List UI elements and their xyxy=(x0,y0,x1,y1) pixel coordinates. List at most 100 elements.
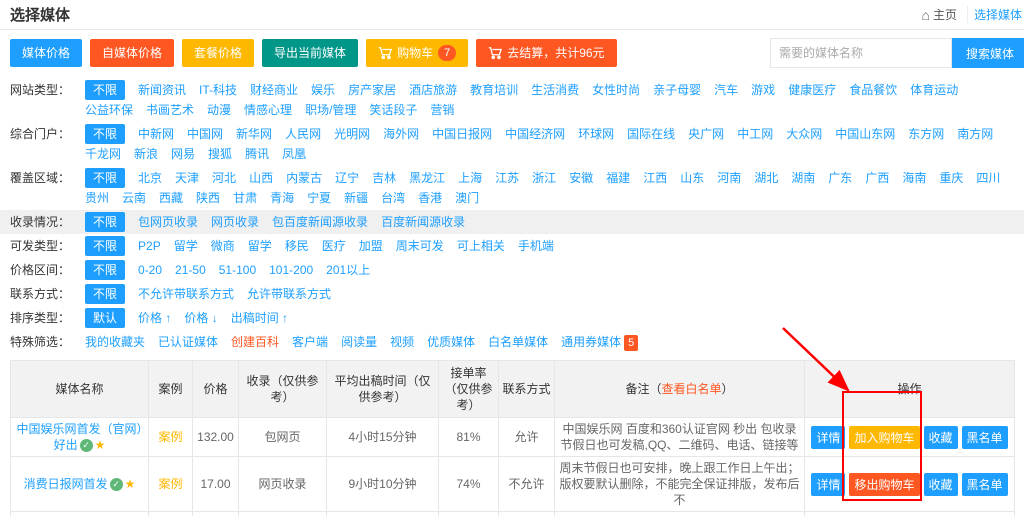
filter-option[interactable]: 可上相关 xyxy=(457,236,505,256)
filter-option[interactable]: 价格 ↑ xyxy=(138,308,171,328)
filter-option[interactable]: 河北 xyxy=(212,168,236,188)
filter-option[interactable]: 海南 xyxy=(902,168,926,188)
filter-option[interactable]: 汽车 xyxy=(714,80,738,100)
filter-option[interactable]: 四川 xyxy=(976,168,1000,188)
filter-option[interactable]: 包百度新闻源收录 xyxy=(272,212,368,232)
home-link[interactable]: ⌂ 主页 xyxy=(922,6,957,23)
remove-from-cart-button[interactable]: 移出购物车 xyxy=(849,473,919,496)
filter-option[interactable]: 云南 xyxy=(122,188,146,208)
filter-option[interactable]: 价格 ↓ xyxy=(184,308,217,328)
filter-option[interactable]: 营销 xyxy=(430,100,454,120)
filter-option[interactable]: 大众网 xyxy=(786,124,822,144)
search-button[interactable]: 搜索媒体 xyxy=(952,38,1024,68)
filter-option[interactable]: 包网页收录 xyxy=(138,212,198,232)
filter-option[interactable]: 动漫 xyxy=(207,100,231,120)
filter-option[interactable]: 西藏 xyxy=(159,188,183,208)
filter-option[interactable]: 河南 xyxy=(717,168,741,188)
filter-option[interactable]: 优质媒体 xyxy=(427,332,475,352)
filter-option[interactable]: 甘肃 xyxy=(233,188,257,208)
filter-option[interactable]: 千龙网 xyxy=(85,144,121,164)
filter-option[interactable]: 不限 xyxy=(85,80,125,100)
filter-option[interactable]: 浙江 xyxy=(532,168,556,188)
toolbar-button[interactable]: 套餐价格 xyxy=(182,39,254,67)
filter-option[interactable]: 青海 xyxy=(270,188,294,208)
filter-option[interactable]: 辽宁 xyxy=(335,168,359,188)
filter-option[interactable]: 上海 xyxy=(458,168,482,188)
add-to-cart-button[interactable]: 加入购物车 xyxy=(849,426,919,449)
toolbar-button[interactable]: 自媒体价格 xyxy=(90,39,174,67)
filter-option[interactable]: 不限 xyxy=(85,260,125,280)
filter-option[interactable]: 陕西 xyxy=(196,188,220,208)
toolbar-button[interactable]: 导出当前媒体 xyxy=(262,39,358,67)
filter-option[interactable]: 百度新闻源收录 xyxy=(381,212,465,232)
filter-option[interactable]: 中国日报网 xyxy=(432,124,492,144)
filter-option[interactable]: 天津 xyxy=(175,168,199,188)
filter-option[interactable]: 重庆 xyxy=(939,168,963,188)
filter-option[interactable]: 新疆 xyxy=(344,188,368,208)
filter-option[interactable]: 安徽 xyxy=(569,168,593,188)
filter-option[interactable]: 娱乐 xyxy=(311,80,335,100)
filter-option[interactable]: 移民 xyxy=(285,236,309,256)
filter-option[interactable]: 搜狐 xyxy=(208,144,232,164)
filter-option[interactable]: 不允许带联系方式 xyxy=(138,284,234,304)
filter-option[interactable]: 101-200 xyxy=(269,260,313,280)
media-name-link[interactable]: 消费日报网首发 xyxy=(24,477,108,491)
filter-option[interactable]: 南方网 xyxy=(957,124,993,144)
filter-option[interactable]: 公益环保 xyxy=(85,100,133,120)
filter-option[interactable]: 不限 xyxy=(85,236,125,256)
filter-option[interactable]: 酒店旅游 xyxy=(409,80,457,100)
filter-option[interactable]: 不限 xyxy=(85,284,125,304)
filter-option[interactable]: 财经商业 xyxy=(250,80,298,100)
filter-option[interactable]: IT-科技 xyxy=(199,80,237,100)
filter-option[interactable]: 食品餐饮 xyxy=(849,80,897,100)
filter-option[interactable]: 51-100 xyxy=(219,260,256,280)
filter-option[interactable]: 已认证媒体 xyxy=(158,332,218,352)
favorite-button[interactable]: 收藏 xyxy=(924,473,958,496)
filter-option[interactable]: 吉林 xyxy=(372,168,396,188)
search-input[interactable] xyxy=(770,38,952,68)
case-link[interactable]: 案例 xyxy=(158,477,182,491)
filter-option[interactable]: 人民网 xyxy=(285,124,321,144)
filter-option[interactable]: 医疗 xyxy=(322,236,346,256)
blacklist-button[interactable]: 黑名单 xyxy=(962,426,1008,449)
filter-option[interactable]: 网页收录 xyxy=(211,212,259,232)
filter-option[interactable]: 不限 xyxy=(85,124,125,144)
filter-option[interactable]: 腾讯 xyxy=(245,144,269,164)
filter-option[interactable]: 留学 xyxy=(174,236,198,256)
filter-option[interactable]: 宁夏 xyxy=(307,188,331,208)
filter-option[interactable]: 视频 xyxy=(390,332,414,352)
case-link[interactable]: 案例 xyxy=(158,430,182,444)
filter-option[interactable]: 留学 xyxy=(248,236,272,256)
checkout-button[interactable]: 去结算，共计96元 xyxy=(476,39,616,67)
filter-option[interactable]: 新浪 xyxy=(134,144,158,164)
filter-option[interactable]: 黑龙江 xyxy=(409,168,445,188)
filter-option[interactable]: 广东 xyxy=(828,168,852,188)
filter-option[interactable]: 中工网 xyxy=(737,124,773,144)
filter-option[interactable]: 内蒙古 xyxy=(286,168,322,188)
tab-current-page[interactable]: 选择媒体 xyxy=(967,6,1024,23)
filter-option[interactable]: 加盟 xyxy=(359,236,383,256)
filter-option[interactable]: 中国山东网 xyxy=(835,124,895,144)
view-whitelist-link[interactable]: 查看白名单 xyxy=(661,382,721,396)
filter-option[interactable]: 中国网 xyxy=(187,124,223,144)
filter-option[interactable]: 澳门 xyxy=(455,188,479,208)
filter-option[interactable]: 央广网 xyxy=(688,124,724,144)
filter-option[interactable]: 国际在线 xyxy=(627,124,675,144)
filter-option[interactable]: 职场/管理 xyxy=(305,100,356,120)
filter-option[interactable]: 中国经济网 xyxy=(505,124,565,144)
filter-option[interactable]: 不限 xyxy=(85,168,125,188)
filter-option[interactable]: 光明网 xyxy=(334,124,370,144)
cart-button[interactable]: 购物车 7 xyxy=(366,39,468,67)
filter-option[interactable]: 新华网 xyxy=(236,124,272,144)
filter-option[interactable]: 笑话段子 xyxy=(369,100,417,120)
filter-option[interactable]: 北京 xyxy=(138,168,162,188)
filter-option[interactable]: 湖南 xyxy=(791,168,815,188)
filter-option[interactable]: 创建百科 xyxy=(231,332,279,352)
filter-option[interactable]: 湖北 xyxy=(754,168,778,188)
filter-option[interactable]: P2P xyxy=(138,236,161,256)
filter-option[interactable]: 21-50 xyxy=(175,260,206,280)
filter-option[interactable]: 手机端 xyxy=(518,236,554,256)
filter-option[interactable]: 不限 xyxy=(85,212,125,232)
filter-option[interactable]: 健康医疗 xyxy=(788,80,836,100)
filter-option[interactable]: 贵州 xyxy=(85,188,109,208)
